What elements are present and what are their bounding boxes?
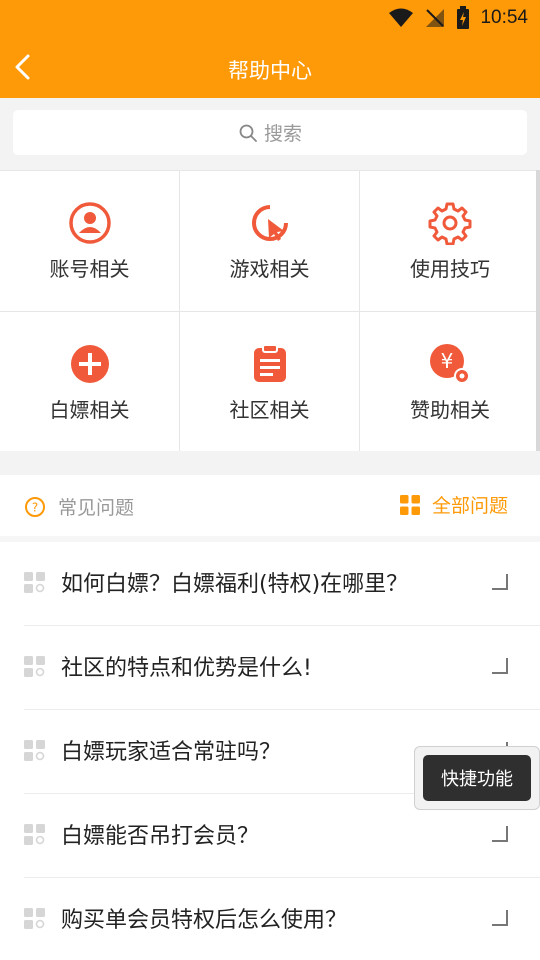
faq-question: 白嫖能否吊打会员？ [61, 824, 260, 849]
faq-question: 购买单会员特权后怎么使用？ [61, 908, 348, 933]
all-questions-label: 全部问题 [431, 495, 508, 517]
all-questions-link[interactable]: 全部问题 [399, 491, 508, 518]
svg-text:?: ? [32, 500, 38, 514]
svg-text:¥: ¥ [441, 349, 454, 373]
category-freebie[interactable]: 白嫖相关 [0, 312, 180, 452]
corner-arrow-icon [492, 826, 508, 842]
question-grid-icon [24, 740, 45, 761]
header-bar: 10:54 帮助中心 [0, 0, 540, 98]
category-community[interactable]: 社区相关 [180, 312, 360, 452]
search-input[interactable]: 搜索 [13, 110, 527, 155]
faq-item[interactable]: 如何白嫖？白嫖福利(特权)在哪里？ [24, 542, 540, 626]
faq-question: 社区的特点和优势是什么! [61, 656, 312, 681]
category-sponsor[interactable]: ¥ 赞助相关 [360, 312, 540, 452]
faq-title-group: ? 常见问题 [24, 493, 134, 520]
category-label: 社区相关 [229, 398, 310, 422]
wifi-icon [389, 8, 414, 27]
category-label: 使用技巧 [410, 257, 490, 281]
question-grid-icon [24, 656, 45, 677]
question-grid-icon [24, 824, 45, 845]
faq-question: 如何白嫖？白嫖福利(特权)在哪里？ [61, 572, 409, 597]
faq-question: 白嫖玩家适合常驻吗？ [61, 740, 282, 765]
category-label: 账号相关 [49, 257, 130, 281]
category-tips[interactable]: 使用技巧 [360, 171, 540, 312]
question-grid-icon [24, 572, 45, 593]
category-account[interactable]: 账号相关 [0, 171, 180, 312]
category-label: 赞助相关 [410, 398, 490, 422]
section-gap [0, 451, 540, 475]
question-grid-icon [24, 908, 45, 929]
grid-icon [399, 494, 420, 515]
corner-arrow-icon [492, 910, 508, 926]
faq-header: ? 常见问题 全部问题 [0, 475, 540, 535]
clipboard-icon [253, 344, 286, 382]
gear-icon [428, 202, 472, 245]
search-icon [239, 124, 257, 142]
status-bar: 10:54 [388, 4, 528, 32]
status-time: 10:54 [480, 7, 528, 28]
user-circle-icon [68, 202, 111, 244]
page-title: 帮助中心 [228, 59, 312, 83]
faq-title: 常见问题 [58, 497, 135, 519]
category-grid: 账号相关 游戏相关 使用技巧 白嫖相关 社区相关 ¥ 赞助相关 [0, 170, 540, 452]
battery-charging-icon [457, 6, 470, 29]
category-game[interactable]: 游戏相关 [180, 171, 360, 312]
search-section: 搜索 [0, 98, 540, 170]
question-circle-icon: ? [25, 496, 45, 517]
corner-arrow-icon [492, 574, 508, 590]
corner-arrow-icon [492, 658, 508, 674]
plus-circle-icon [70, 345, 109, 383]
shortcut-panel: 快捷功能 [414, 746, 540, 810]
game-cursor-icon [251, 205, 288, 241]
faq-item[interactable]: 购买单会员特权后怎么使用？ [24, 878, 540, 960]
faq-item[interactable]: 社区的特点和优势是什么! [24, 626, 540, 710]
category-label: 白嫖相关 [49, 398, 130, 422]
no-signal-icon [426, 9, 445, 27]
search-placeholder: 搜索 [263, 123, 302, 145]
yen-settings-icon: ¥ [430, 344, 470, 384]
shortcut-button[interactable]: 快捷功能 [423, 755, 531, 801]
scrollbar[interactable] [536, 170, 540, 451]
category-label: 游戏相关 [229, 257, 310, 281]
